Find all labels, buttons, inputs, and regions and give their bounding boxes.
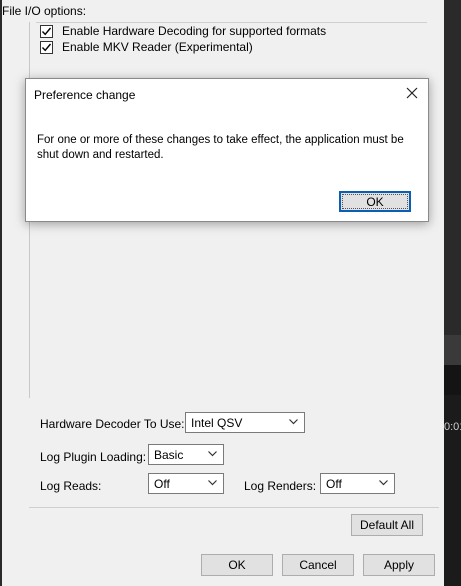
log-reads-select[interactable]: Off [148,473,224,494]
bottom-divider [29,507,439,508]
hardware-decoding-label: Enable Hardware Decoding for supported f… [62,24,327,38]
app-background-strip [444,335,461,365]
log-reads-value: Off [154,476,170,491]
mkv-reader-option[interactable]: Enable MKV Reader (Experimental) [40,39,253,55]
mkv-reader-checkbox[interactable] [40,40,53,54]
dialog-title: Preference change [34,88,136,102]
dialog-ok-label: OK [366,194,384,209]
dialog-message: For one or more of these changes to take… [37,134,404,161]
hw-decoder-value: Intel QSV [191,415,243,430]
chevron-down-icon [208,480,217,486]
app-background-strip [444,0,461,335]
mkv-reader-label: Enable MKV Reader (Experimental) [62,40,253,54]
checkmark-icon [41,27,52,35]
chevron-down-icon [379,480,388,486]
ok-button[interactable]: OK [201,554,273,576]
apply-button[interactable]: Apply [363,554,435,576]
checkmark-icon [41,43,52,51]
log-plugin-select[interactable]: Basic [148,444,224,465]
file-io-section-label: File I/O options: [2,4,87,18]
hw-decoder-select[interactable]: Intel QSV [185,412,305,433]
default-all-button[interactable]: Default All [351,514,423,536]
hardware-decoding-checkbox[interactable] [40,24,53,38]
app-background-strip [444,365,461,395]
background-timecode: 0:01 [444,421,461,433]
cancel-button[interactable]: Cancel [282,554,354,576]
log-plugin-label: Log Plugin Loading: [40,450,147,464]
hw-decoder-label: Hardware Decoder To Use: [40,417,185,431]
chevron-down-icon [289,419,298,425]
log-reads-label: Log Reads: [40,479,102,493]
chevron-down-icon [208,451,217,457]
hardware-decoding-option[interactable]: Enable Hardware Decoding for supported f… [40,23,326,39]
log-plugin-value: Basic [154,447,184,462]
log-renders-select[interactable]: Off [320,473,395,494]
log-renders-value: Off [326,476,342,491]
dialog-ok-button[interactable]: OK [339,191,411,212]
preference-change-dialog: Preference change For one or more of the… [25,78,429,222]
close-icon[interactable] [404,85,420,101]
log-renders-label: Log Renders: [244,479,317,493]
